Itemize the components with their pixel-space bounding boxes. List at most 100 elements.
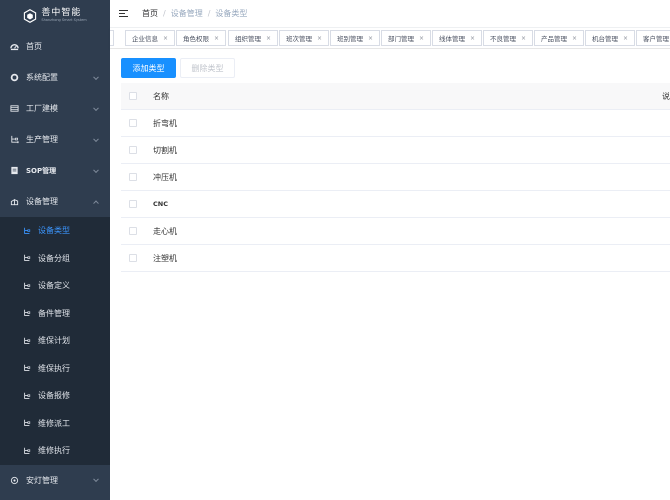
close-icon[interactable]: ×	[317, 35, 322, 42]
submenu-item-repair-dispatch[interactable]: 维修派工	[0, 410, 110, 438]
table-header-row: 名称 说	[121, 83, 670, 110]
tag-customers[interactable]: 客户管理×	[636, 30, 670, 46]
table-row[interactable]: CNC	[121, 191, 670, 218]
tag-enterprise-info[interactable]: 企业信息 ×	[125, 30, 176, 46]
tag-products[interactable]: 产品管理 ×	[534, 30, 585, 46]
submenu-item-maintenance-plan[interactable]: 维保计划	[0, 327, 110, 355]
tree-icon	[23, 282, 31, 290]
sidebar-item-factory-modeling[interactable]: 工厂建模	[0, 93, 110, 124]
tag-label: 客户管理	[643, 35, 669, 43]
submenu-item-repair-execution[interactable]: 维修执行	[0, 437, 110, 465]
sidebar-item-sop[interactable]: SOP管理	[0, 155, 110, 186]
tag-label: 角色权限	[183, 35, 209, 43]
submenu-item-equipment-type[interactable]: 设备类型	[0, 217, 110, 245]
row-checkbox[interactable]	[129, 119, 137, 127]
submenu-item-label: 维修派工	[38, 418, 70, 428]
menu-toggle-icon[interactable]	[119, 9, 128, 18]
tag-department[interactable]: 部门管理 ×	[381, 30, 432, 46]
tag-label: 产品管理	[541, 35, 567, 43]
breadcrumb-home[interactable]: 首页	[142, 8, 158, 19]
logo-subtitle: Shanzhong Smart System	[41, 17, 87, 22]
close-icon[interactable]: ×	[214, 35, 219, 42]
close-icon[interactable]: ×	[163, 35, 168, 42]
andon-icon	[10, 476, 19, 485]
select-all-checkbox[interactable]	[129, 92, 137, 100]
table-cell-name: 走心机	[153, 226, 177, 236]
submenu-item-equipment-group[interactable]: 设备分组	[0, 245, 110, 273]
breadcrumb-separator: /	[207, 9, 211, 18]
tag-defects[interactable]: 不良管理 ×	[483, 30, 534, 46]
chevron-down-icon	[93, 166, 99, 173]
close-icon[interactable]: ×	[470, 35, 475, 42]
chevron-up-icon	[93, 199, 99, 206]
close-icon[interactable]: ×	[623, 35, 628, 42]
tree-icon	[23, 392, 31, 400]
chevron-down-icon	[93, 135, 99, 142]
tag-partial-hidden[interactable]: ×	[110, 30, 115, 46]
factory-icon	[10, 104, 19, 113]
table-cell-name: CNC	[153, 200, 168, 208]
row-checkbox[interactable]	[129, 173, 137, 181]
equipment-icon	[10, 197, 19, 206]
tree-icon	[23, 447, 31, 455]
column-header-description: 说	[662, 91, 670, 101]
dashboard-icon	[10, 42, 19, 51]
row-checkbox[interactable]	[129, 146, 137, 154]
tag-label: 线体管理	[439, 35, 465, 43]
row-checkbox[interactable]	[129, 200, 137, 208]
add-type-button[interactable]: 添加类型	[121, 58, 176, 78]
breadcrumb-equipment-management[interactable]: 设备管理	[171, 8, 203, 19]
tag-role-permissions[interactable]: 角色权限 ×	[176, 30, 227, 46]
sidebar-item-andon[interactable]: 安灯管理	[0, 465, 110, 496]
table-row[interactable]: 走心机	[121, 218, 670, 245]
sidebar-item-label: 安灯管理	[26, 475, 58, 485]
sidebar-item-system-config[interactable]: 系统配置	[0, 62, 110, 93]
table-cell-name: 注塑机	[153, 253, 177, 263]
sidebar-item-equipment[interactable]: 设备管理	[0, 186, 110, 217]
breadcrumb-equipment-type: 设备类型	[215, 9, 248, 18]
close-icon[interactable]: ×	[521, 35, 526, 42]
tag-organization[interactable]: 组织管理 ×	[228, 30, 279, 46]
sidebar-item-label: 首页	[26, 42, 42, 51]
close-icon[interactable]: ×	[368, 35, 373, 42]
tag-shift[interactable]: 班次管理 ×	[279, 30, 330, 46]
submenu-item-label: 设备类型	[38, 226, 70, 236]
tree-icon	[10, 135, 19, 144]
table-row[interactable]: 注塑机	[121, 245, 670, 272]
table-row[interactable]: 切割机	[121, 137, 670, 164]
submenu-item-label: 维修执行	[38, 446, 70, 456]
tag-label: 不良管理	[490, 35, 516, 43]
row-checkbox[interactable]	[129, 227, 137, 235]
table-row[interactable]: 冲压机	[121, 164, 670, 191]
sidebar: 善中智能 Shanzhong Smart System 首页 系统配置 工厂建模…	[0, 0, 110, 500]
sidebar-item-production[interactable]: 生产管理	[0, 124, 110, 155]
row-checkbox[interactable]	[129, 254, 137, 262]
tag-shift-type[interactable]: 班别管理 ×	[330, 30, 381, 46]
submenu-item-spare-parts[interactable]: 备件管理	[0, 300, 110, 328]
submenu-item-label: 设备定义	[38, 281, 70, 291]
table-cell-name: 切割机	[153, 145, 177, 155]
delete-type-button[interactable]: 删除类型	[180, 58, 235, 78]
table-cell-name: 折弯机	[153, 118, 177, 128]
submenu-item-repair-report[interactable]: 设备报修	[0, 382, 110, 410]
sidebar-item-label: 系统配置	[26, 73, 58, 82]
tag-machines[interactable]: 机台管理 ×	[585, 30, 636, 46]
close-icon[interactable]: ×	[266, 35, 271, 42]
submenu-item-maintenance-execution[interactable]: 维保执行	[0, 355, 110, 383]
sidebar-item-home[interactable]: 首页	[0, 31, 110, 62]
equipment-submenu: 设备类型 设备分组 设备定义 备件管理 维保计划 维保执行 设备报修 维修派工	[0, 217, 110, 465]
sidebar-item-label: 工厂建模	[26, 104, 58, 113]
logo[interactable]: 善中智能 Shanzhong Smart System	[0, 0, 110, 31]
submenu-item-equipment-definition[interactable]: 设备定义	[0, 272, 110, 300]
chevron-down-icon	[93, 73, 99, 80]
tree-icon	[23, 337, 31, 345]
table-row[interactable]: 折弯机	[121, 110, 670, 137]
column-header-name: 名称	[153, 91, 169, 101]
tag-production-line[interactable]: 线体管理 ×	[432, 30, 483, 46]
equipment-type-table: 名称 说 折弯机 切割机 冲压机 CNC 走心机 注塑机	[121, 83, 670, 272]
tag-label: 组织管理	[235, 35, 261, 43]
close-icon[interactable]: ×	[419, 35, 424, 42]
tree-icon	[23, 364, 31, 372]
close-icon[interactable]: ×	[572, 35, 577, 42]
tag-label: 企业信息	[132, 35, 158, 43]
